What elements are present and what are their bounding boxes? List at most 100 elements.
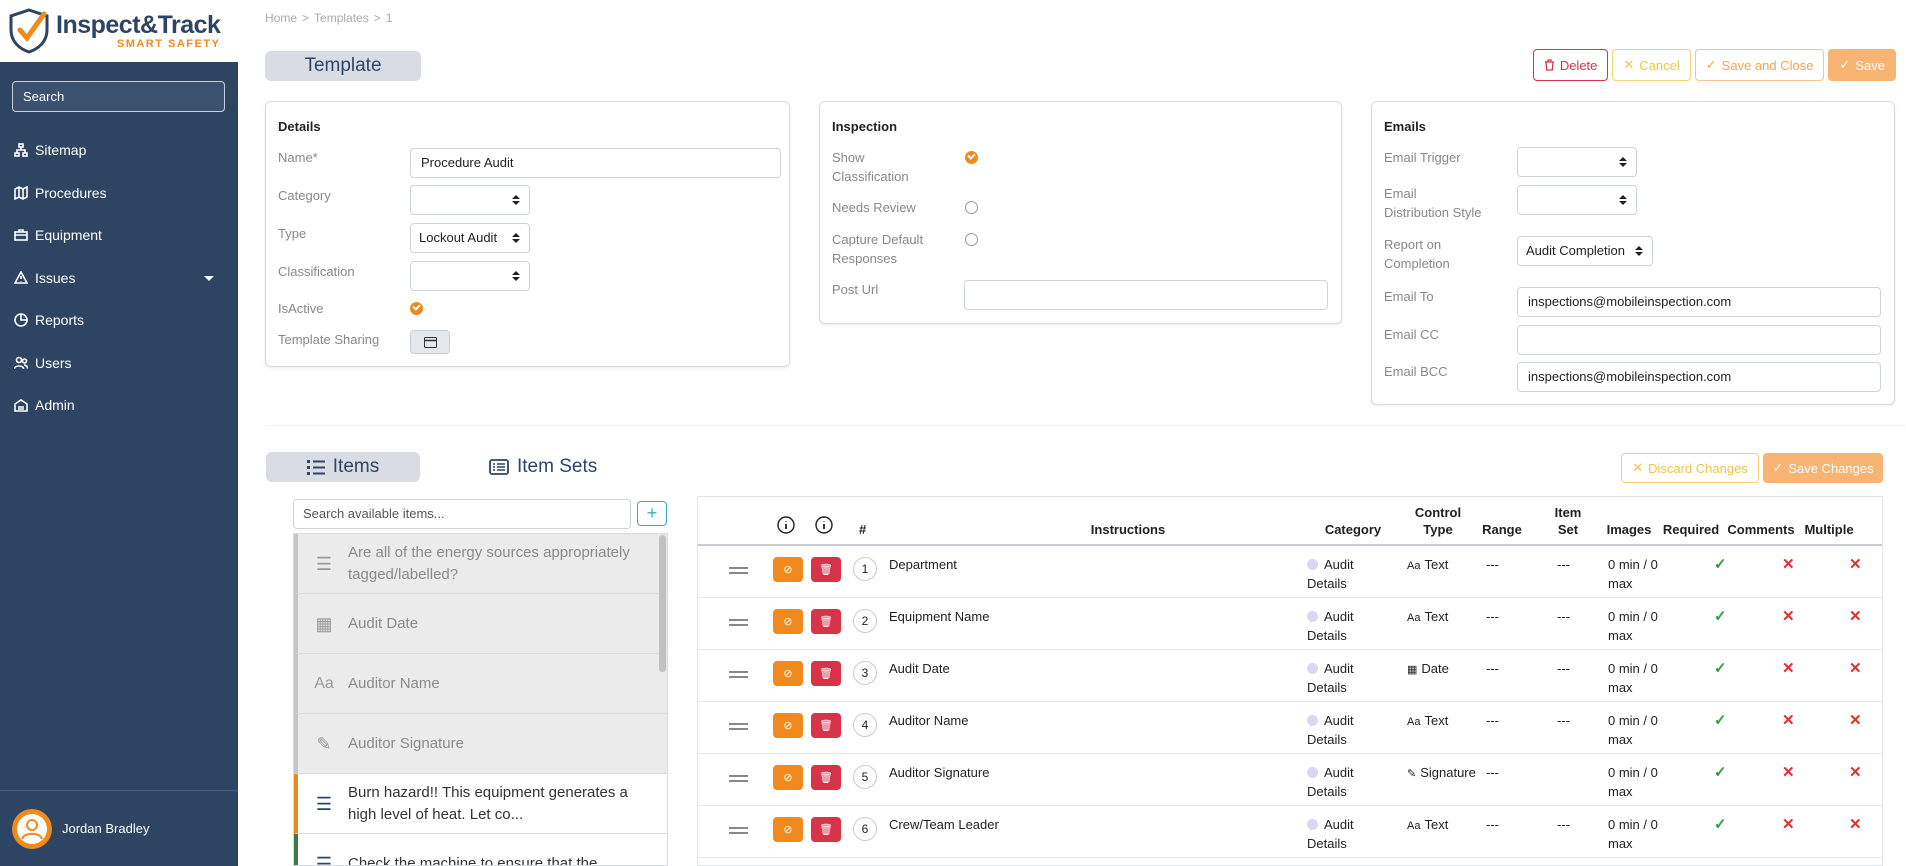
eye-slash-icon: ⊘ [783,824,793,836]
add-item-button[interactable]: + [637,501,667,526]
email-cc-input[interactable] [1517,325,1881,355]
save-button[interactable]: ✓ Save [1828,49,1896,81]
breadcrumb-separator: > [302,11,310,25]
save-changes-button[interactable]: ✓ Save Changes [1763,453,1883,483]
drag-handle-icon[interactable] [729,775,748,782]
sidebar-item-label: Equipment [35,227,102,244]
capture-default-checkbox[interactable] [965,233,978,246]
list-item[interactable]: Aa Auditor Name [294,654,667,714]
post-url-input[interactable] [964,280,1328,310]
table-row[interactable]: ⊘ 🗑 2 Equipment Name Audit Details Aa Text… [698,598,1882,650]
needs-review-label: Needs Review [832,200,916,215]
chevron-down-icon[interactable] [204,275,214,281]
multiple-x-icon: ✕ [1849,712,1862,729]
drag-handle-icon[interactable] [729,671,748,678]
email-to-input[interactable]: inspections@mobileinspection.com [1517,287,1881,317]
text-icon: Aa [1407,716,1421,728]
edit-item-button[interactable]: ⊘ [773,713,803,738]
template-sharing-button[interactable] [410,330,450,354]
user-profile[interactable]: Jordan Bradley [0,790,238,866]
row-control-type-label: Text [1424,817,1449,832]
isactive-checkbox[interactable] [410,302,423,315]
email-bcc-input[interactable]: inspections@mobileinspection.com [1517,362,1881,392]
comments-x-icon: ✕ [1782,764,1795,781]
email-distribution-select[interactable] [1517,185,1637,215]
sidebar-item-users[interactable]: Users [0,342,238,385]
isactive-label: IsActive [278,301,324,316]
type-select[interactable]: Lockout Audit [410,223,530,253]
sidebar-item-equipment[interactable]: Equipment [0,214,238,257]
available-items-list: ☰ Are all of the energy sources appropri… [293,533,668,866]
edit-item-button[interactable]: ⊘ [773,817,803,842]
name-label: Name* [278,150,318,165]
row-category-label: Details [1307,628,1347,643]
discard-changes-button[interactable]: ✕ Discard Changes [1621,453,1759,483]
column-header-category: Category [1324,522,1382,537]
details-heading: Details [278,119,321,134]
eye-slash-icon: ⊘ [783,720,793,732]
sidebar-item-sitemap[interactable]: Sitemap [0,129,238,172]
list-item[interactable]: ▦ Audit Date [294,594,667,654]
row-images-label: 0 min / 0 [1608,661,1658,676]
column-header-line: Item [1554,505,1582,520]
delete-button[interactable]: Delete [1532,49,1609,81]
needs-review-checkbox[interactable] [965,201,978,214]
sidebar-item-issues[interactable]: Issues [0,257,238,300]
delete-item-button[interactable]: 🗑 [811,817,841,842]
sidebar-search-input[interactable]: Search [12,81,225,112]
sidebar-item-reports[interactable]: Reports [0,299,238,342]
drag-handle-icon[interactable] [729,723,748,730]
table-row[interactable]: ⊘ 🗑 4 Auditor Name Audit Details Aa Text -… [698,702,1882,754]
report-on-completion-select[interactable]: Audit Completion [1517,236,1653,266]
list-item[interactable]: ☰ Check the machine to ensure that the [294,834,667,865]
required-check-icon: ✓ [1714,764,1727,781]
show-classification-checkbox[interactable] [965,151,978,164]
table-row[interactable]: ⊘ 🗑 3 Audit Date Audit Details ▦ Date --- … [698,650,1882,702]
column-header-line: Set [1557,522,1579,537]
list-item[interactable]: ☰ Burn hazard!! This equipment generates… [294,774,667,834]
list-item[interactable]: ☰ Are all of the energy sources appropri… [294,534,667,594]
comments-x-icon: ✕ [1782,660,1795,677]
row-category-label: Audit [1324,557,1354,572]
delete-item-button[interactable]: 🗑 [811,609,841,634]
category-select[interactable] [410,185,530,215]
delete-item-button[interactable]: 🗑 [811,557,841,582]
delete-item-button[interactable]: 🗑 [811,713,841,738]
email-trigger-select[interactable] [1517,147,1637,177]
page-title: Template [265,51,421,81]
row-category: Audit Details [1307,815,1354,853]
row-control-type: ▦ Date [1407,659,1449,680]
category-dot-icon [1307,767,1318,778]
table-row[interactable]: ⊘ 🗑 5 Auditor Signature Audit Details ✎ Si… [698,754,1882,806]
tab-items[interactable]: Items [266,452,420,482]
save-changes-label: Save Changes [1788,460,1874,476]
edit-item-button[interactable]: ⊘ [773,609,803,634]
tab-item-sets[interactable]: Item Sets [489,456,597,478]
users-icon [14,356,28,369]
drag-handle-icon[interactable] [729,567,748,574]
breadcrumb-home[interactable]: Home [265,11,297,25]
edit-item-button[interactable]: ⊘ [773,557,803,582]
sidebar-item-procedures[interactable]: Procedures [0,172,238,215]
edit-item-button[interactable]: ⊘ [773,661,803,686]
breadcrumb-templates[interactable]: Templates [314,11,369,25]
item-search-input[interactable]: Search available items... [293,499,631,529]
logo[interactable]: Inspect&Track SMART SAFETY [0,0,238,62]
delete-item-button[interactable]: 🗑 [811,765,841,790]
cancel-button[interactable]: ✕ Cancel [1612,49,1691,81]
row-range: --- [1486,765,1499,780]
table-row[interactable]: ⊘ 🗑 6 Crew/Team Leader Audit Details Aa Te… [698,806,1882,858]
list-item[interactable]: ✎ Auditor Signature [294,714,667,774]
edit-item-button[interactable]: ⊘ [773,765,803,790]
table-row[interactable]: ⊘ 🗑 1 Department Audit Details Aa Text ---… [698,546,1882,598]
drag-handle-icon[interactable] [729,827,748,834]
name-input[interactable]: Procedure Audit [410,148,781,178]
available-items-scrollbar[interactable] [659,535,666,672]
sidebar-item-admin[interactable]: Admin [0,384,238,427]
save-and-close-button[interactable]: ✓ Save and Close [1694,49,1825,81]
emails-heading: Emails [1384,119,1426,134]
drag-handle-icon[interactable] [729,619,748,626]
delete-item-button[interactable]: 🗑 [811,661,841,686]
row-images: 0 min / 0 max [1608,555,1658,593]
classification-select[interactable] [410,261,530,291]
